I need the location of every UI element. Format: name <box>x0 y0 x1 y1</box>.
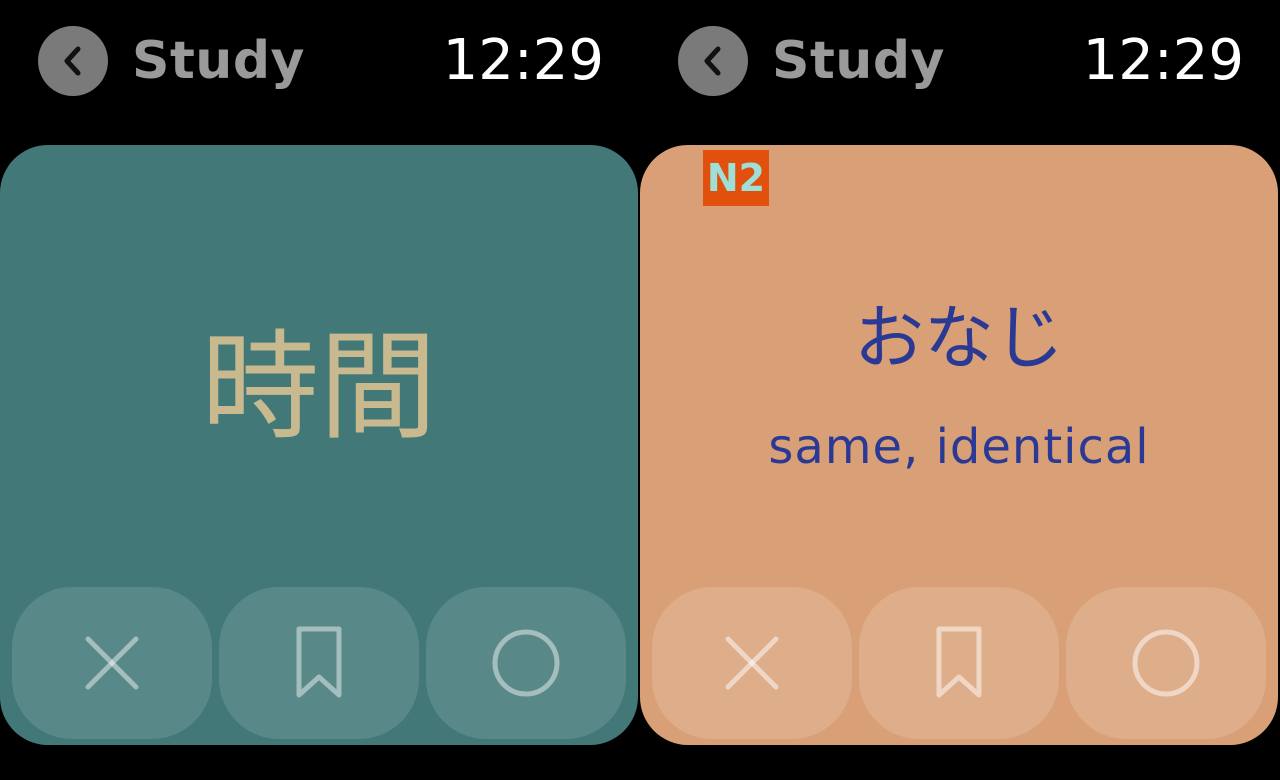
watch-screen-kanji: Study 12:29 時間 <box>0 0 640 780</box>
flashcard[interactable]: 時間 <box>0 145 638 745</box>
back-label: Study <box>772 31 945 91</box>
bookmark-button[interactable] <box>219 587 419 739</box>
dont-know-button[interactable] <box>652 587 852 739</box>
status-bar: Study 12:29 <box>0 0 640 120</box>
status-bar: Study 12:29 <box>640 0 1280 120</box>
circle-icon <box>1130 627 1202 699</box>
bookmark-button[interactable] <box>859 587 1059 739</box>
back-button[interactable]: Study <box>38 26 305 96</box>
close-icon <box>722 633 782 693</box>
bookmark-icon <box>934 625 984 701</box>
level-badge: N2 <box>703 150 769 206</box>
clock: 12:29 <box>1082 28 1244 93</box>
action-row <box>12 587 626 739</box>
bookmark-icon <box>294 625 344 701</box>
know-button[interactable] <box>1066 587 1266 739</box>
back-circle <box>678 26 748 96</box>
chevron-left-icon <box>64 46 81 76</box>
back-label: Study <box>132 31 305 91</box>
watch-screen-answer: Study 12:29 N2 おなじ same, identical <box>640 0 1280 780</box>
reading-text: おなじ <box>854 297 1064 379</box>
back-circle <box>38 26 108 96</box>
dont-know-button[interactable] <box>12 587 212 739</box>
close-icon <box>82 633 142 693</box>
clock: 12:29 <box>442 28 604 93</box>
kanji-text: 時間 <box>200 318 437 456</box>
flashcard[interactable]: N2 おなじ same, identical <box>640 145 1278 745</box>
back-button[interactable]: Study <box>678 26 945 96</box>
action-row <box>652 587 1266 739</box>
chevron-left-icon <box>704 46 721 76</box>
meaning-text: same, identical <box>768 419 1150 475</box>
know-button[interactable] <box>426 587 626 739</box>
circle-icon <box>490 627 562 699</box>
